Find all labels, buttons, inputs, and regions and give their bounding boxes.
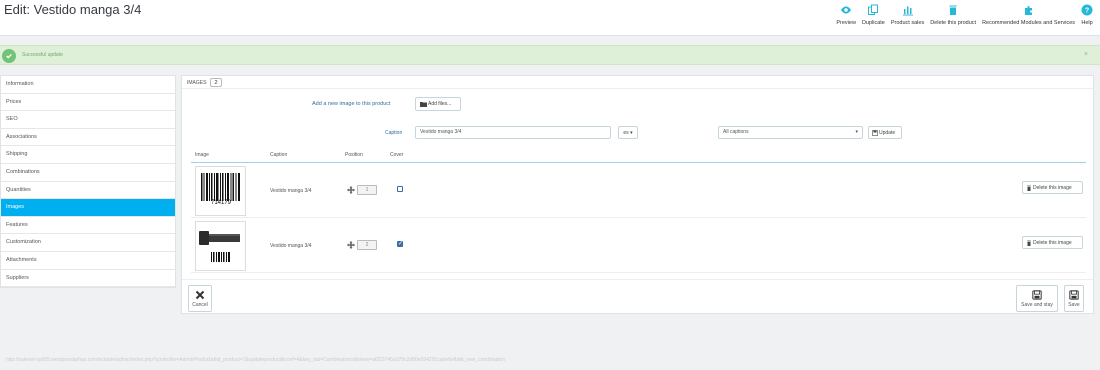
cover-checkbox[interactable] [397,240,403,247]
save-icon [1069,289,1079,300]
position-input[interactable]: 2 [357,240,377,250]
save-and-stay-label: Save and stay [1021,301,1053,308]
svg-text:?: ? [1085,8,1089,15]
trash-icon [949,5,957,15]
footer-divider [182,279,1093,280]
puzzle-icon [1024,6,1032,15]
sidebar-item-prices[interactable]: Prices [1,94,175,112]
save-icon [1032,289,1042,300]
close-icon [195,290,205,299]
success-alert: Successful update × [0,45,1100,65]
help-label: Help [1081,20,1093,26]
sidebar-item-associations[interactable]: Associations [1,129,175,147]
save-button[interactable]: Save [1064,285,1084,312]
status-bar-url: http://salenef-sp005.westprestashop.com/… [6,357,506,363]
delete-image-label: Delete this image [1033,239,1072,246]
sidebar-item-customization[interactable]: Customization [1,234,175,252]
all-captions-value: All captions [723,129,749,135]
add-image-label: Add a new image to this product [312,101,391,107]
page-header: Edit: Vestido manga 3/4 Preview Duplicat… [0,0,1100,36]
sidebar-item-seo[interactable]: SEO [1,111,175,129]
image-thumbnail[interactable] [195,221,246,271]
product-sales-label: Product sales [890,20,925,26]
table-row: Vestido manga 3/4 2 Delete this image [191,219,1086,273]
all-captions-select[interactable]: All captions ▾ [718,126,863,139]
sidebar-item-information[interactable]: Information [1,76,175,94]
add-files-button[interactable]: Add files... [415,97,461,111]
images-panel: IMAGES 2 Add a new image to this product… [181,75,1094,314]
help-icon: ? [1081,4,1093,16]
preview-label: Preview [836,20,856,26]
duplicate-label: Duplicate [861,20,885,26]
alert-text: Successful update [22,52,63,58]
sidebar-item-suppliers[interactable]: Suppliers [1,270,175,288]
folder-icon [420,102,427,107]
bar-chart-icon [902,6,913,16]
image-thumbnail[interactable] [195,166,246,216]
cancel-label: Cancel [192,301,208,308]
add-files-label: Add files... [428,101,452,107]
column-header-position: Position [345,152,363,158]
sidebar-item-images[interactable]: Images [1,199,175,217]
trash-icon [1027,240,1031,246]
duplicate-button[interactable]: Duplicate [859,0,888,26]
recommended-modules-label: Recommended Modules and Services [982,20,1075,26]
image-count-badge: 2 [210,78,222,87]
delete-image-button[interactable]: Delete this image [1022,181,1083,194]
column-header-image: Image [195,152,209,158]
barcode-image [201,173,240,201]
save-and-stay-button[interactable]: Save and stay [1016,285,1058,312]
header-divider [191,162,1086,163]
caret-down-icon: ▾ [855,129,858,135]
move-icon[interactable] [347,241,355,249]
column-header-cover: Cover [390,152,404,158]
caption-label: Caption [385,130,403,136]
sidebar-item-quantities[interactable]: Quantities [1,182,175,200]
update-label: Update [879,129,896,136]
position-input[interactable]: 1 [357,185,377,195]
toolbar: Preview Duplicate Product sales Delete t… [833,0,1096,36]
product-sales-button[interactable]: Product sales [888,0,927,26]
sidebar-item-combinations[interactable]: Combinations [1,164,175,182]
preview-button[interactable]: Preview [833,0,859,26]
check-circle-icon [2,49,16,63]
column-header-caption: Caption [270,152,288,158]
row-caption: Vestido manga 3/4 [270,243,312,249]
update-caption-button[interactable]: Update [868,126,902,139]
thumbnail-code: 714179 [211,200,232,206]
save-label: Save [1068,301,1080,308]
product-tabs-sidebar: Information Prices SEO Associations Ship… [0,75,176,289]
delete-image-button[interactable]: Delete this image [1022,236,1083,249]
recommended-modules-button[interactable]: Recommended Modules and Services [979,0,1078,26]
cover-checkbox[interactable] [397,186,403,192]
delete-product-label: Delete this product [930,20,977,26]
eye-icon [841,6,852,14]
copy-icon [868,4,879,15]
sidebar-item-attachments[interactable]: Attachments [1,252,175,270]
cancel-button[interactable]: Cancel [188,285,212,312]
panel-title: IMAGES [187,80,207,86]
delete-image-label: Delete this image [1033,184,1072,191]
table-row: 714179 Vestido manga 3/4 1 Delete this i… [191,164,1086,218]
page-title: Edit: Vestido manga 3/4 [4,2,142,17]
bolt-image [199,231,240,262]
help-button[interactable]: ? Help [1078,0,1096,26]
panel-heading: IMAGES 2 [182,76,1093,89]
language-dropdown[interactable]: es ▾ [618,126,638,139]
delete-product-button[interactable]: Delete this product [927,0,979,26]
sidebar-item-shipping[interactable]: Shipping [1,146,175,164]
caption-input[interactable]: Vestido manga 3/4 [415,126,611,139]
sidebar-item-features[interactable]: Features [1,217,175,235]
trash-icon [1027,185,1031,191]
move-icon[interactable] [347,186,355,194]
row-caption: Vestido manga 3/4 [270,188,312,194]
save-icon [872,129,878,136]
close-alert-icon[interactable]: × [1084,51,1088,58]
